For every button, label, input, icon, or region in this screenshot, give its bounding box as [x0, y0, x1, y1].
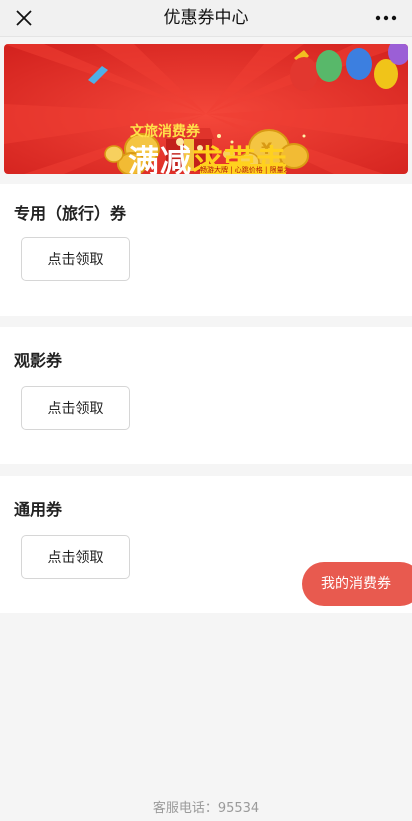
customer-service-phone: 客服电话：95534 — [152, 801, 260, 816]
section-title: 专用（旅行）券 — [14, 204, 127, 223]
coupon-section-movie: 观影券 点击领取 — [0, 327, 412, 464]
banner-tags: 畅游大牌 | 心跳价格 | 限量发放 — [200, 164, 286, 174]
section-title: 观影券 — [14, 351, 63, 370]
page-title: 优惠券中心 — [163, 8, 249, 28]
promo-banner[interactable]: ¥ 文旅消费券 满减求带走 畅游大牌 | 心跳价格 | 限量发放 — [4, 44, 408, 174]
navigation-bar: 优惠券中心 — [0, 0, 412, 37]
more-icon[interactable] — [374, 8, 398, 28]
claim-button[interactable]: 点击领取 — [21, 237, 130, 281]
my-coupons-button[interactable]: 我的消费券 — [302, 562, 412, 606]
banner-headline-part1: 满减 — [128, 144, 192, 174]
section-title: 通用券 — [14, 500, 63, 519]
claim-button[interactable]: 点击领取 — [21, 386, 130, 430]
claim-button[interactable]: 点击领取 — [21, 535, 130, 579]
page: 优惠券中心 ¥ 文旅消费券 满减求带走 畅游大牌 | 心跳价格 | 限量 专用（… — [0, 0, 412, 821]
coupon-section-travel: 专用（旅行）券 点击领取 — [0, 184, 412, 316]
